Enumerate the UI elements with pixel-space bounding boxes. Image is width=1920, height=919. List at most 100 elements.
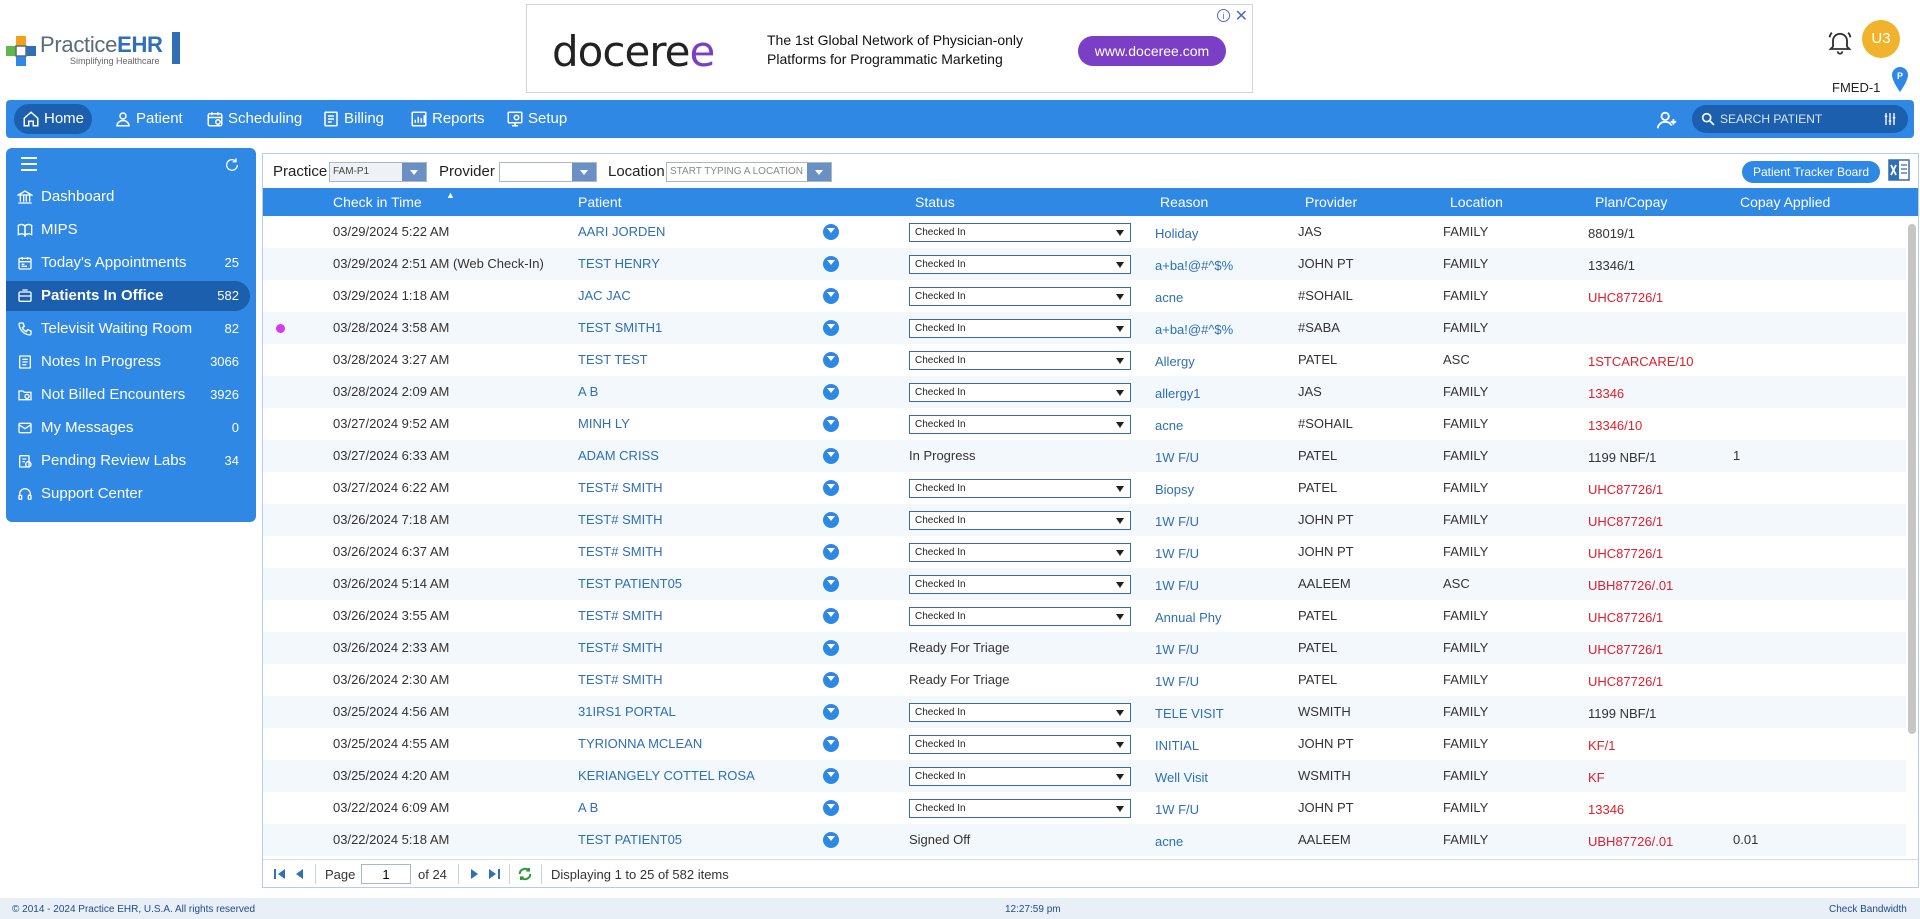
- search-patient-input[interactable]: [1720, 109, 1870, 129]
- table-row[interactable]: 03/26/2024 2:33 AM TEST# SMITH Ready For T…: [263, 632, 1906, 664]
- ad-info-icon[interactable]: i: [1217, 9, 1230, 22]
- chevron-down-circle-icon[interactable]: [823, 704, 839, 720]
- patient-name-link[interactable]: TEST# SMITH: [578, 544, 663, 559]
- status-select[interactable]: Checked In: [909, 767, 1131, 786]
- chevron-down-circle-icon[interactable]: [823, 512, 839, 528]
- status-select[interactable]: Checked In: [909, 319, 1131, 338]
- reason-link[interactable]: 1W F/U: [1155, 546, 1199, 561]
- location-pin-icon[interactable]: P: [1890, 66, 1910, 94]
- reason-link[interactable]: 1W F/U: [1155, 450, 1199, 465]
- user-avatar[interactable]: U3: [1862, 20, 1900, 58]
- sidebar-item-not-billed-encounters[interactable]: Not Billed Encounters 3926: [6, 380, 250, 410]
- patient-name-link[interactable]: TEST PATIENT05: [578, 576, 682, 591]
- reason-link[interactable]: Well Visit: [1155, 770, 1208, 785]
- status-select[interactable]: Checked In: [909, 511, 1131, 530]
- status-select[interactable]: Checked In: [909, 607, 1131, 626]
- patient-name-link[interactable]: TYRIONNA MCLEAN: [578, 736, 702, 751]
- table-row[interactable]: 03/29/2024 1:18 AM JAC JAC Checked In acne #…: [263, 280, 1906, 312]
- refresh-icon[interactable]: [224, 157, 240, 173]
- chevron-down-circle-icon[interactable]: [823, 832, 839, 848]
- sidebar-item-pending-review-labs[interactable]: Pending Review Labs 34: [6, 446, 250, 476]
- first-page-icon[interactable]: [273, 868, 287, 880]
- patient-name-link[interactable]: 31IRS1 PORTAL: [578, 704, 676, 719]
- excel-export-icon[interactable]: [1888, 159, 1910, 181]
- chevron-down-circle-icon[interactable]: [823, 768, 839, 784]
- sidebar-item-my-messages[interactable]: My Messages 0: [6, 413, 250, 443]
- chevron-down-circle-icon[interactable]: [823, 256, 839, 272]
- chevron-down-circle-icon[interactable]: [823, 544, 839, 560]
- nav-scheduling[interactable]: Scheduling: [198, 104, 310, 134]
- table-row[interactable]: 03/26/2024 3:55 AM TEST# SMITH Checked In A…: [263, 600, 1906, 632]
- reason-link[interactable]: Annual Phy: [1155, 610, 1222, 625]
- column-header-copay-applied[interactable]: Copay Applied: [1740, 194, 1830, 210]
- table-row[interactable]: 03/28/2024 2:09 AM A B Checked In allergy1 J…: [263, 376, 1906, 408]
- table-row[interactable]: 03/26/2024 6:37 AM TEST# SMITH Checked In 1…: [263, 536, 1906, 568]
- patient-name-link[interactable]: TEST PATIENT05: [578, 832, 682, 847]
- chevron-down-circle-icon[interactable]: [823, 672, 839, 688]
- reason-link[interactable]: 1W F/U: [1155, 514, 1199, 529]
- previous-page-icon[interactable]: [293, 868, 307, 880]
- reload-icon[interactable]: [517, 866, 533, 882]
- check-bandwidth-link[interactable]: Check Bandwidth: [1829, 904, 1907, 915]
- column-header-location[interactable]: Location: [1450, 194, 1503, 210]
- status-select[interactable]: Checked In: [909, 255, 1131, 274]
- reason-link[interactable]: a+ba!@#^$%: [1155, 322, 1233, 337]
- reason-link[interactable]: Allergy: [1155, 354, 1195, 369]
- chevron-down-circle-icon[interactable]: [823, 384, 839, 400]
- reason-link[interactable]: 1W F/U: [1155, 674, 1199, 689]
- reason-link[interactable]: acne: [1155, 418, 1183, 433]
- chevron-down-circle-icon[interactable]: [823, 416, 839, 432]
- chevron-down-circle-icon[interactable]: [823, 448, 839, 464]
- filter-sliders-icon[interactable]: [1882, 111, 1898, 127]
- patient-name-link[interactable]: TEST SMITH1: [578, 320, 662, 335]
- sidebar-item-patients-in-office[interactable]: Patients In Office 582: [6, 281, 250, 311]
- table-row[interactable]: 03/28/2024 3:58 AM TEST SMITH1 Checked In a…: [263, 312, 1906, 344]
- patient-name-link[interactable]: AARI JORDEN: [578, 224, 665, 239]
- table-row[interactable]: 03/26/2024 5:14 AM TEST PATIENT05 Checked …: [263, 568, 1906, 600]
- chevron-down-circle-icon[interactable]: [823, 352, 839, 368]
- table-row[interactable]: 03/22/2024 6:09 AM A B Checked In 1W F/U JOH…: [263, 792, 1906, 824]
- status-select[interactable]: Checked In: [909, 735, 1131, 754]
- sidebar-item-todays-appointments[interactable]: Today's Appointments 25: [6, 248, 250, 278]
- patient-name-link[interactable]: JAC JAC: [578, 288, 631, 303]
- status-select[interactable]: Checked In: [909, 479, 1131, 498]
- provider-select[interactable]: [499, 162, 597, 182]
- table-row[interactable]: 03/25/2024 4:55 AM TYRIONNA MCLEAN Checked…: [263, 728, 1906, 760]
- chevron-down-circle-icon[interactable]: [823, 640, 839, 656]
- sidebar-item-dashboard[interactable]: Dashboard: [6, 182, 250, 212]
- nav-setup[interactable]: Setup: [498, 104, 575, 134]
- status-select[interactable]: Checked In: [909, 383, 1131, 402]
- patient-search-box[interactable]: [1692, 105, 1908, 133]
- ad-link-button[interactable]: www.doceree.com: [1078, 36, 1226, 66]
- table-row[interactable]: 03/29/2024 5:22 AM AARI JORDEN Checked In H…: [263, 216, 1906, 248]
- next-page-icon[interactable]: [467, 868, 481, 880]
- nav-billing[interactable]: Billing: [314, 104, 392, 134]
- status-select[interactable]: Checked In: [909, 351, 1131, 370]
- practice-select[interactable]: FAM-P1: [329, 162, 427, 182]
- ad-close-icon[interactable]: ✕: [1235, 6, 1248, 26]
- nav-reports[interactable]: Reports: [402, 104, 493, 134]
- add-user-icon[interactable]: [1656, 109, 1678, 131]
- chevron-down-circle-icon[interactable]: [823, 480, 839, 496]
- practice-ehr-logo[interactable]: PracticeEHR Simplifying Healthcare: [4, 30, 182, 70]
- reason-link[interactable]: TELE VISIT: [1155, 706, 1224, 721]
- reason-link[interactable]: Biopsy: [1155, 482, 1194, 497]
- table-row[interactable]: 03/25/2024 4:20 AM KERIANGELY COTTEL ROSA…: [263, 760, 1906, 792]
- table-row[interactable]: 03/29/2024 2:51 AM (Web Check-In) TEST HE…: [263, 248, 1906, 280]
- patient-name-link[interactable]: TEST# SMITH: [578, 640, 663, 655]
- table-row[interactable]: 03/22/2024 5:18 AM TEST PATIENT05 Signed O…: [263, 824, 1906, 856]
- reason-link[interactable]: Holiday: [1155, 226, 1198, 241]
- vertical-scrollbar[interactable]: [1908, 224, 1916, 734]
- patient-name-link[interactable]: A B: [578, 800, 598, 815]
- table-row[interactable]: 03/27/2024 6:33 AM ADAM CRISS In Progress 1…: [263, 440, 1906, 472]
- table-row[interactable]: 03/27/2024 6:22 AM TEST# SMITH Checked In B…: [263, 472, 1906, 504]
- chevron-down-circle-icon[interactable]: [823, 224, 839, 240]
- column-header-plan-copay[interactable]: Plan/Copay: [1595, 194, 1667, 210]
- page-number-input[interactable]: [361, 864, 411, 884]
- patient-name-link[interactable]: TEST TEST: [578, 352, 648, 367]
- column-header-status[interactable]: Status: [915, 194, 955, 210]
- column-header-provider[interactable]: Provider: [1305, 194, 1357, 210]
- patient-name-link[interactable]: TEST# SMITH: [578, 672, 663, 687]
- hamburger-menu-icon[interactable]: [21, 157, 37, 171]
- sidebar-item-support-center[interactable]: Support Center: [6, 479, 250, 509]
